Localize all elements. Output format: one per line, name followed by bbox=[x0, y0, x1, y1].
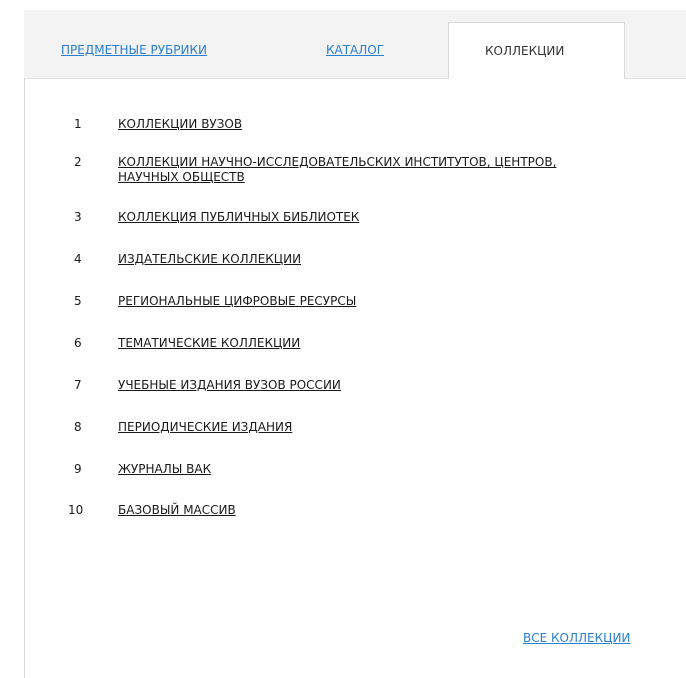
tab-bar-divider-right bbox=[625, 78, 686, 79]
list-item-number: 8 bbox=[74, 420, 82, 434]
list-item-number: 9 bbox=[74, 462, 82, 476]
collection-link[interactable]: ЖУРНАЛЫ ВАК bbox=[118, 462, 618, 477]
collection-link[interactable]: УЧЕБНЫЕ ИЗДАНИЯ ВУЗОВ РОССИИ bbox=[118, 378, 618, 393]
tab-subject-rubrics[interactable]: ПРЕДМЕТНЫЕ РУБРИКИ bbox=[61, 42, 207, 58]
collection-link[interactable]: КОЛЛЕКЦИЯ ПУБЛИЧНЫХ БИБЛИОТЕК bbox=[118, 210, 618, 225]
tab-collections[interactable]: КОЛЛЕКЦИИ bbox=[448, 22, 625, 79]
collection-link[interactable]: ИЗДАТЕЛЬСКИЕ КОЛЛЕКЦИИ bbox=[118, 252, 618, 267]
list-item-number: 7 bbox=[74, 378, 82, 392]
list-item-number: 2 bbox=[74, 155, 82, 169]
tab-catalog[interactable]: КАТАЛОГ bbox=[326, 42, 384, 58]
collection-link[interactable]: РЕГИОНАЛЬНЫЕ ЦИФРОВЫЕ РЕСУРСЫ bbox=[118, 294, 618, 309]
list-item-number: 3 bbox=[74, 210, 82, 224]
collection-link[interactable]: БАЗОВЫЙ МАССИВ bbox=[118, 503, 618, 518]
collection-link[interactable]: ТЕМАТИЧЕСКИЕ КОЛЛЕКЦИИ bbox=[118, 336, 618, 351]
all-collections-link[interactable]: ВСЕ КОЛЛЕКЦИИ bbox=[523, 630, 630, 646]
collection-link[interactable]: КОЛЛЕКЦИИ ВУЗОВ bbox=[118, 117, 618, 132]
collection-link[interactable]: КОЛЛЕКЦИИ НАУЧНО-ИССЛЕДОВАТЕЛЬСКИХ ИНСТИ… bbox=[118, 155, 598, 185]
tab-bar-divider-left bbox=[24, 78, 448, 79]
collection-link[interactable]: ПЕРИОДИЧЕСКИЕ ИЗДАНИЯ bbox=[118, 420, 618, 435]
list-item-number: 6 bbox=[74, 336, 82, 350]
list-item-number: 5 bbox=[74, 294, 82, 308]
list-item-number: 4 bbox=[74, 252, 82, 266]
content-border-left bbox=[24, 78, 25, 678]
tab-collections-label: КОЛЛЕКЦИИ bbox=[485, 44, 565, 58]
list-item-number: 1 bbox=[74, 117, 82, 131]
list-item-number: 10 bbox=[68, 503, 84, 517]
